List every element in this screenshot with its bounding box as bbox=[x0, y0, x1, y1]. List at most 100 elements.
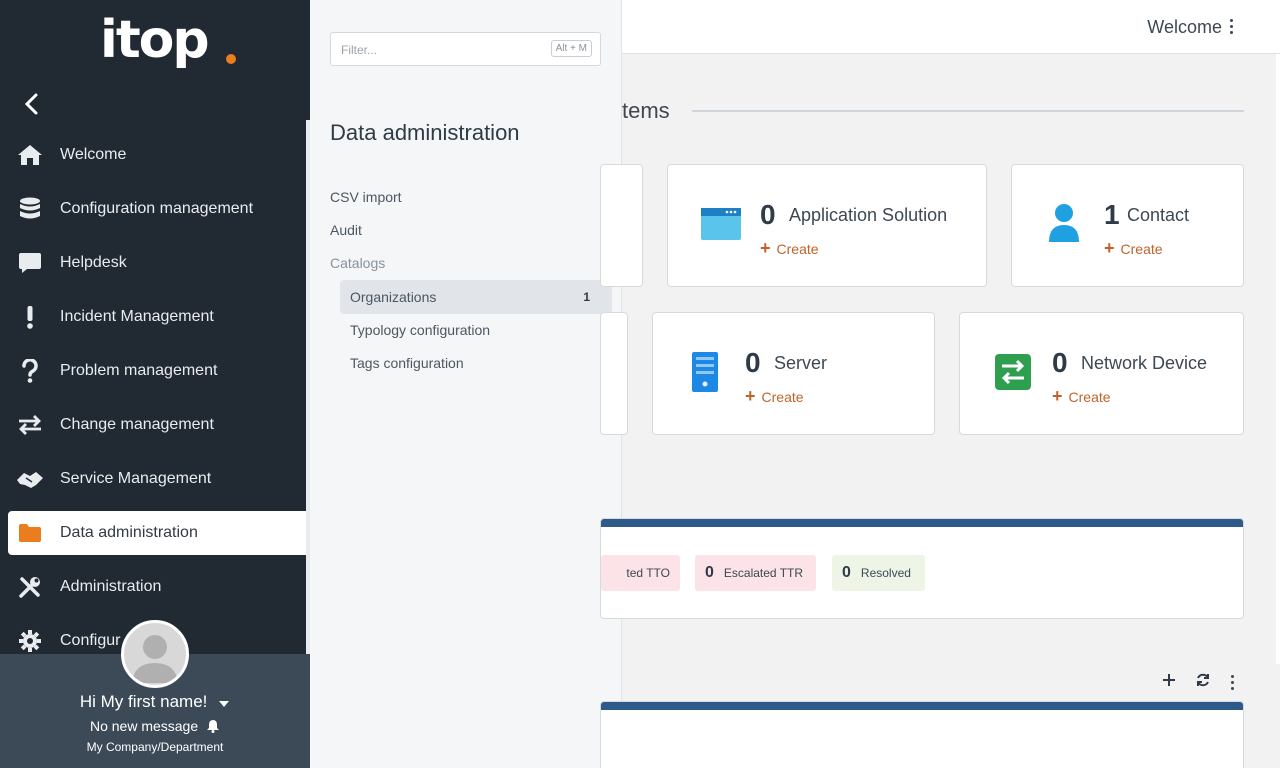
gear-icon bbox=[16, 627, 44, 655]
menu-link-audit[interactable]: Audit bbox=[330, 222, 362, 238]
badge-escalated-tto[interactable]: ted TTO bbox=[601, 555, 680, 591]
create-link[interactable]: + Create bbox=[760, 238, 819, 259]
top-bar: Welcome bbox=[622, 0, 1280, 54]
panel-header-bar bbox=[601, 519, 1243, 527]
create-label: Create bbox=[1120, 241, 1163, 257]
ticket-status-panel: ted TTO 0 Escalated TTR 0 Resolved bbox=[600, 518, 1244, 619]
page-menu-kebab-icon[interactable] bbox=[1230, 19, 1234, 35]
badge-count: 0 bbox=[705, 564, 714, 581]
dashlet-class-name[interactable]: Server bbox=[774, 353, 827, 374]
plus-icon: + bbox=[745, 386, 756, 406]
nav-item-label: Incident Management bbox=[60, 308, 214, 325]
server-icon bbox=[691, 351, 719, 398]
page-scrollbar[interactable] bbox=[1276, 54, 1280, 664]
plus-icon: + bbox=[760, 238, 771, 258]
nav-item-label: Change management bbox=[60, 416, 214, 433]
menu-link-csv-import[interactable]: CSV import bbox=[330, 189, 402, 205]
nav-item-data-administration[interactable]: Data administration bbox=[8, 511, 306, 555]
itop-logo[interactable]: itop bbox=[100, 10, 240, 80]
network-device-icon bbox=[994, 353, 1032, 396]
user-organization: My Company/Department bbox=[86, 740, 224, 754]
kebab-icon[interactable] bbox=[1231, 675, 1235, 691]
create-link[interactable]: + Create bbox=[745, 386, 804, 407]
dashlet-class-name[interactable]: Contact bbox=[1127, 205, 1189, 226]
nav-item-helpdesk[interactable]: Helpdesk bbox=[0, 236, 310, 290]
badge-count: 0 bbox=[842, 564, 851, 581]
menu-link-organizations[interactable]: Organizations 1 bbox=[340, 280, 612, 314]
dashlet-network-device[interactable]: 0 Network Device + Create bbox=[959, 312, 1244, 435]
plus-icon: + bbox=[1052, 386, 1063, 406]
nav-item-change-management[interactable]: Change management bbox=[0, 398, 310, 452]
speech-bubble-icon bbox=[16, 249, 44, 277]
dashlet-contact[interactable]: 1 Contact + Create bbox=[1011, 164, 1244, 287]
section-divider bbox=[692, 110, 1244, 112]
folder-icon bbox=[16, 519, 44, 547]
create-label: Create bbox=[1068, 389, 1111, 405]
nav-item-welcome[interactable]: Welcome bbox=[0, 128, 310, 182]
badge-resolved[interactable]: 0 Resolved bbox=[832, 555, 925, 591]
house-icon bbox=[16, 141, 44, 169]
refresh-icon[interactable] bbox=[1195, 673, 1211, 689]
nav-item-service-management[interactable]: Service Management bbox=[0, 452, 310, 506]
chevron-left-icon[interactable] bbox=[18, 90, 46, 118]
nav-item-configuration-management[interactable]: Configuration management bbox=[0, 182, 310, 236]
logo-text: itop bbox=[100, 10, 210, 70]
dashlet-class-name[interactable]: Application Solution bbox=[789, 205, 947, 226]
menu-link-typology-configuration[interactable]: Typology configuration bbox=[340, 313, 612, 347]
dashlet-count: 0 bbox=[760, 199, 776, 230]
badge-label: Resolved bbox=[860, 566, 911, 580]
person-icon bbox=[1048, 203, 1080, 248]
main-navigation: itop Welcome Configuration management He… bbox=[0, 0, 310, 768]
nav-menu: Welcome Configuration management Helpdes… bbox=[0, 128, 310, 668]
create-label: Create bbox=[776, 241, 819, 257]
data-administration-flyout: Filter... Alt + M Data administration CS… bbox=[310, 0, 622, 768]
create-link[interactable]: + Create bbox=[1104, 238, 1163, 259]
flyout-title: Data administration bbox=[330, 120, 520, 145]
dashlet-application-solution[interactable]: 0 Application Solution + Create bbox=[667, 164, 987, 287]
avatar[interactable] bbox=[121, 620, 189, 688]
plus-icon: + bbox=[1104, 238, 1115, 258]
badge-escalated-ttr[interactable]: 0 Escalated TTR bbox=[695, 555, 816, 591]
exclamation-icon bbox=[16, 303, 44, 331]
filter-placeholder: Filter... bbox=[341, 43, 378, 57]
badge-label: ted TTO bbox=[626, 566, 670, 580]
logo-dot bbox=[226, 54, 236, 64]
nav-item-label: Service Management bbox=[60, 470, 212, 487]
dashlet-class-name[interactable]: Network Device bbox=[1081, 353, 1207, 374]
dashlet-count: 0 bbox=[1052, 347, 1068, 378]
arrows-exchange-icon bbox=[16, 411, 44, 439]
page-title: Welcome bbox=[1147, 17, 1222, 37]
nav-item-label: Administration bbox=[60, 578, 162, 595]
nav-item-incident-management[interactable]: Incident Management bbox=[0, 290, 310, 344]
menu-link-tags-configuration[interactable]: Tags configuration bbox=[340, 346, 612, 380]
menu-filter-input[interactable]: Filter... Alt + M bbox=[330, 32, 601, 66]
section-title: tems bbox=[622, 98, 670, 123]
tools-icon bbox=[16, 573, 44, 601]
database-icon bbox=[16, 195, 44, 223]
create-link[interactable]: + Create bbox=[1052, 386, 1111, 407]
nav-item-problem-management[interactable]: Problem management bbox=[0, 344, 310, 398]
nav-item-label: Problem management bbox=[60, 362, 218, 379]
dashlet-count: 0 bbox=[745, 347, 761, 378]
nav-item-label: Helpdesk bbox=[60, 254, 127, 271]
nav-item-administration[interactable]: Administration bbox=[0, 560, 310, 614]
caret-down-icon[interactable] bbox=[218, 693, 230, 713]
app-window-icon bbox=[700, 207, 742, 246]
menu-link-label: Organizations bbox=[350, 289, 437, 305]
question-icon bbox=[16, 357, 44, 385]
nav-item-label: Data administration bbox=[60, 524, 198, 541]
user-greeting[interactable]: Hi My first name! bbox=[0, 692, 310, 713]
plus-icon[interactable] bbox=[1161, 673, 1177, 689]
nav-item-label: Configuration management bbox=[60, 200, 254, 217]
handshake-icon bbox=[16, 465, 44, 493]
bell-icon[interactable] bbox=[206, 719, 220, 736]
nav-item-label: Configur bbox=[60, 632, 121, 649]
menu-link-count: 1 bbox=[583, 290, 590, 304]
dashlet-count: 1 bbox=[1104, 199, 1120, 230]
menu-group-catalogs: Catalogs bbox=[330, 255, 386, 271]
dashlet-card-hidden[interactable] bbox=[600, 164, 643, 287]
dashlet-card-hidden[interactable] bbox=[600, 312, 628, 435]
user-messages[interactable]: No new message bbox=[0, 718, 310, 736]
dashlet-server[interactable]: 0 Server + Create bbox=[652, 312, 935, 435]
filter-shortcut-badge: Alt + M bbox=[550, 40, 592, 57]
